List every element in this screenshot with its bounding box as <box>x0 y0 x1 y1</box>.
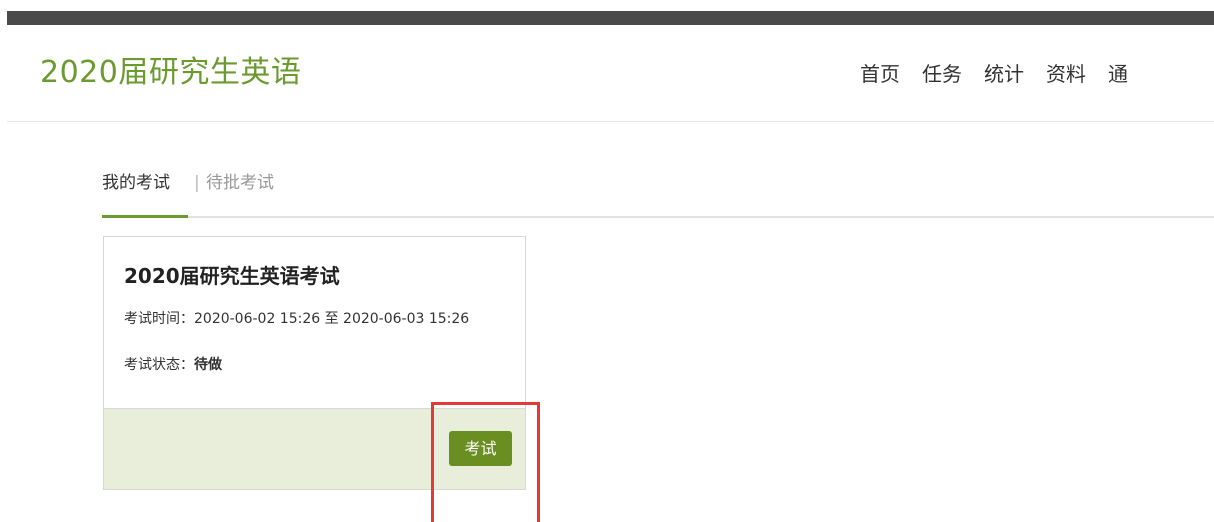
highlight-box <box>431 402 540 522</box>
top-bar <box>7 11 1214 25</box>
top-strip <box>0 0 1214 11</box>
tab-separator: | <box>194 173 200 193</box>
exam-title: 2020届研究生英语考试 <box>124 264 340 288</box>
active-tab-indicator <box>102 215 188 218</box>
header-divider <box>7 121 1214 122</box>
nav-item-materials[interactable]: 资料 <box>1046 59 1086 89</box>
exam-status-label: 考试状态： <box>124 357 194 373</box>
nav-item-home[interactable]: 首页 <box>860 59 900 89</box>
nav-item-tasks[interactable]: 任务 <box>922 59 962 89</box>
exam-time: 考试时间：2020-06-02 15:26 至 2020-06-03 15:26 <box>124 309 469 329</box>
header: 2020届研究生英语 首页 任务 统计 资料 通 <box>0 25 1214 122</box>
exam-status-value: 待做 <box>194 357 222 373</box>
tab-pending-review[interactable]: 待批考试 <box>206 168 274 198</box>
exam-time-value: 2020-06-02 15:26 至 2020-06-03 15:26 <box>194 311 470 327</box>
course-title: 2020届研究生英语 <box>40 55 302 90</box>
exam-status: 考试状态：待做 <box>124 355 222 375</box>
nav-item-stats[interactable]: 统计 <box>984 59 1024 89</box>
exam-time-label: 考试时间： <box>124 311 194 327</box>
tab-my-exams[interactable]: 我的考试 <box>102 168 170 198</box>
main-nav: 首页 任务 统计 资料 通 <box>860 59 1150 89</box>
nav-item-notice[interactable]: 通 <box>1108 59 1128 89</box>
tabs-divider <box>102 216 1214 218</box>
